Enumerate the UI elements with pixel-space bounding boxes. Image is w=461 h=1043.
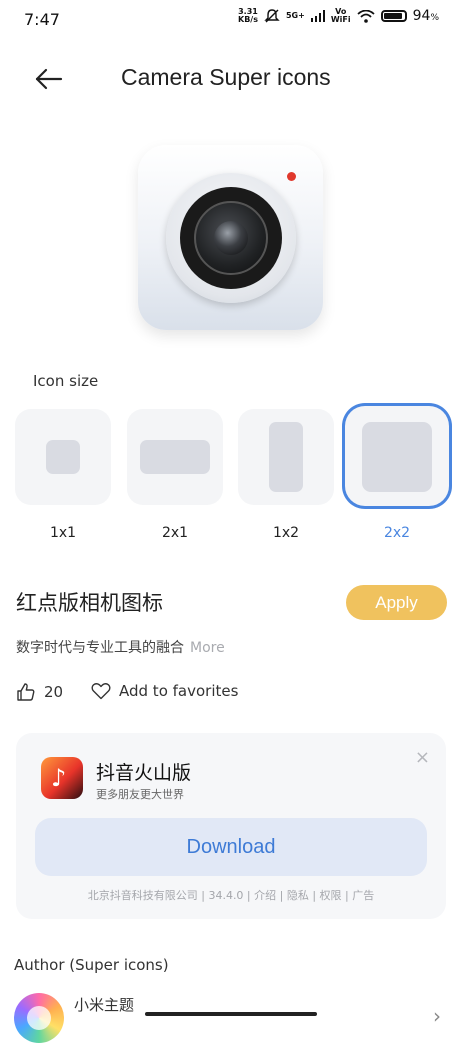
ad-card: × ♪ 抖音火山版 更多朋友更大世界 Download 北京抖音科技有限公司 |… [16, 733, 446, 919]
size-preview-shape [269, 422, 303, 492]
download-button[interactable]: Download [35, 818, 427, 876]
size-caption-1x2: 1x2 [272, 525, 300, 541]
mute-icon [264, 9, 280, 23]
camera-lens-icon [166, 173, 296, 303]
size-caption-2x2: 2x2 [383, 525, 411, 541]
thumbs-up-icon [17, 683, 35, 701]
ad-app-subtitle: 更多朋友更大世界 [96, 788, 184, 801]
like-button[interactable]: 20 [16, 682, 63, 702]
chevron-right-icon[interactable]: › [433, 1004, 441, 1028]
icon-size-label: Icon size [33, 372, 99, 390]
size-option-2x2[interactable] [345, 406, 449, 506]
add-to-favorites-button[interactable]: Add to favorites [91, 682, 238, 700]
close-icon[interactable]: × [415, 747, 430, 768]
status-icons: 3.31 KB/s 5G+ Vo WiFi 94% [238, 7, 439, 25]
page-title: Camera Super icons [121, 64, 331, 90]
app-logo-icon: ♪ [41, 757, 83, 799]
ad-app-name: 抖音火山版 [96, 762, 192, 784]
size-caption-2x1: 2x1 [161, 525, 189, 541]
camera-icon-preview [138, 145, 323, 330]
theme-description: 数字时代与专业工具的融合 More [16, 637, 225, 657]
author-avatar[interactable] [14, 993, 64, 1043]
size-option-1x2[interactable] [238, 409, 334, 505]
theme-title: 红点版相机图标 [16, 591, 163, 615]
author-section-label: Author (Super icons) [14, 956, 169, 974]
network-speed: 3.31 KB/s [238, 7, 258, 24]
size-option-2x1[interactable] [127, 409, 223, 505]
more-link[interactable]: More [190, 640, 225, 656]
ad-meta-info[interactable]: 北京抖音科技有限公司 | 34.4.0 | 介绍 | 隐私 | 权限 | 广告 [16, 887, 446, 903]
author-name[interactable]: 小米主题 [74, 994, 134, 1015]
description-text: 数字时代与专业工具的融合 [16, 640, 184, 656]
battery-level: 94% [412, 8, 439, 24]
apply-button[interactable]: Apply [346, 585, 447, 620]
favorite-label: Add to favorites [119, 682, 239, 700]
volte-label: Vo WiFi [330, 7, 351, 24]
size-preview-shape [46, 440, 80, 474]
size-preview-shape [362, 422, 432, 492]
arrow-left-icon [35, 68, 63, 90]
like-count: 20 [44, 683, 64, 701]
signal-icon [310, 10, 325, 22]
size-preview-shape [140, 440, 210, 474]
size-caption-1x1: 1x1 [49, 525, 77, 541]
home-indicator[interactable] [145, 1012, 317, 1016]
battery-icon [380, 10, 407, 22]
back-button[interactable] [34, 64, 64, 94]
status-time: 7:47 [24, 10, 60, 29]
heart-icon [91, 683, 111, 700]
network-type: 5G+ [285, 11, 305, 20]
wifi-icon [357, 9, 375, 23]
red-dot-icon [287, 172, 296, 181]
size-option-1x1[interactable] [15, 409, 111, 505]
